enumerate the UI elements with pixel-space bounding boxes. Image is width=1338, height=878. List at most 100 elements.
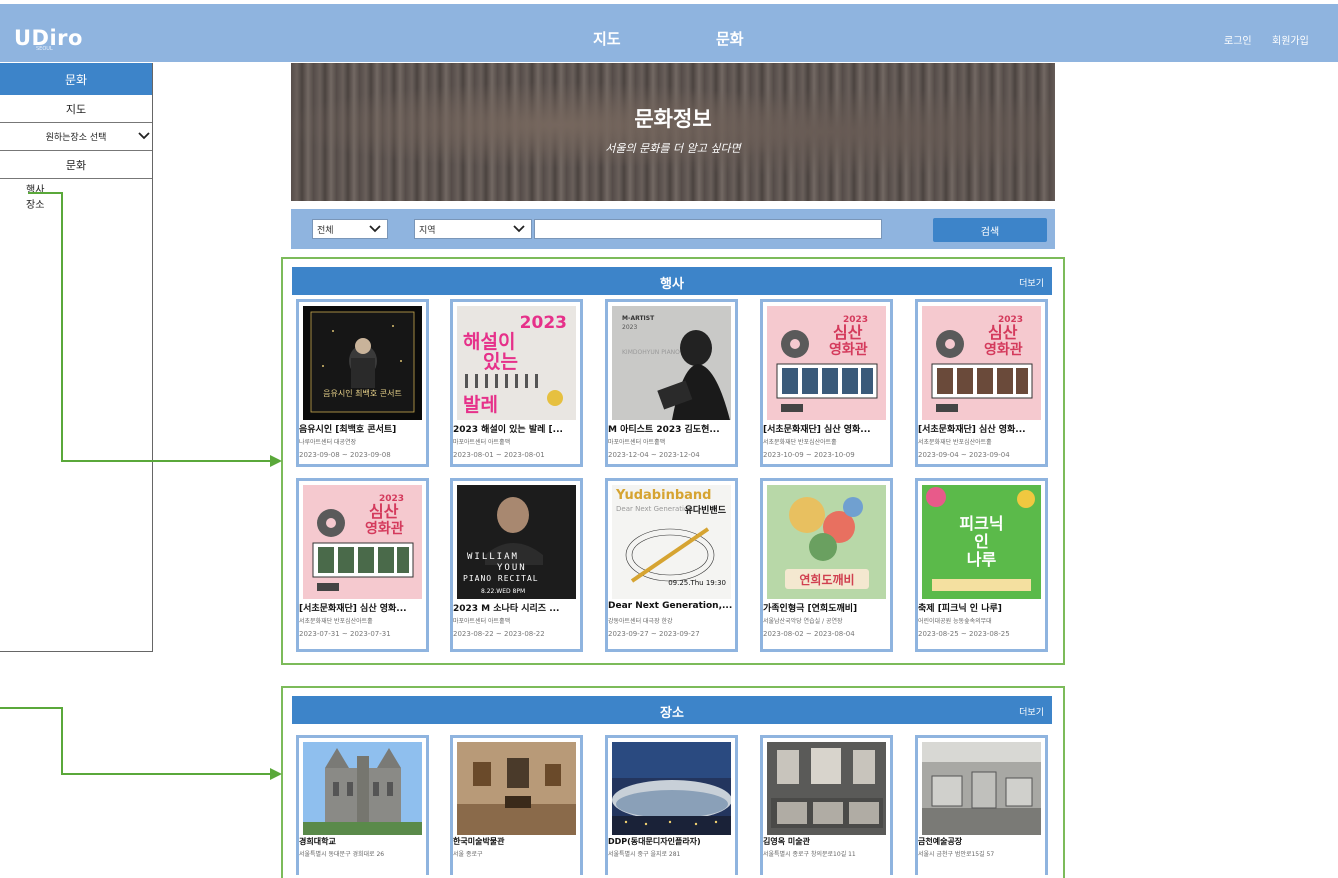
place-photo[interactable]: [612, 742, 731, 835]
events-header: 행사 더보기: [292, 267, 1052, 295]
nav-culture[interactable]: 문화: [716, 28, 744, 49]
poster-text: 심산: [833, 323, 863, 342]
places-title: 장소: [660, 706, 684, 721]
event-poster[interactable]: 2023 해설이 있는 발레: [457, 306, 576, 420]
places-more-link[interactable]: 더보기: [1019, 705, 1044, 718]
event-poster[interactable]: 2023 심산 영화관: [922, 306, 1041, 420]
sidebar-item-culture-active[interactable]: 문화: [0, 63, 152, 95]
places-header: 장소 더보기: [292, 696, 1052, 724]
sidebar-place-select[interactable]: 원하는장소 선택: [0, 123, 152, 151]
poster-image: 음유시인 최백호 콘서트: [310, 311, 415, 413]
place-card[interactable]: 김영옥 미술관 서울특별시 종로구 창의문로10길 11: [760, 735, 893, 875]
search-input[interactable]: [534, 219, 882, 239]
event-venue: 서초문화재단 반포심산아트홀: [299, 618, 373, 625]
event-card[interactable]: M-ARTIST 2023 KIMDOHYUN PIANO RECITAL M …: [605, 299, 738, 467]
place-title: 경희대학교: [299, 837, 336, 846]
event-venue: 마포아트센터 아트홀맥: [453, 439, 511, 446]
event-date: 2023-10-09 ~ 2023-10-09: [763, 451, 855, 459]
poster-text: 심산: [988, 323, 1018, 342]
event-card[interactable]: 연희도깨비 가족인형극 [연희도깨비] 서울남산국악당 연습실 / 공연장 20…: [760, 478, 893, 652]
poster-text: 피크닉: [959, 514, 1003, 533]
region-select-value: 지역: [419, 226, 436, 236]
category-select-value: 전체: [317, 226, 334, 236]
poster-text: 유다빈밴드: [685, 504, 727, 516]
sidebar-item-culture[interactable]: 문화: [0, 151, 152, 179]
event-card[interactable]: WILLIAM YOUN PIANO RECITAL 8.22.WED 8PM …: [450, 478, 583, 652]
poster-text: 연희도깨비: [799, 572, 854, 587]
event-card[interactable]: 2023 심산 영화관 [서초문화재단] 심산 영화... 서초문화재단 반포심…: [296, 478, 429, 652]
event-poster[interactable]: M-ARTIST 2023 KIMDOHYUN PIANO RECITAL: [612, 306, 731, 420]
place-card[interactable]: 경희대학교 서울특별시 동대문구 경희대로 26: [296, 735, 429, 875]
event-venue: 서초문화재단 반포심산아트홀: [763, 439, 837, 446]
poster-text: PIANO RECITAL: [463, 574, 539, 583]
event-poster[interactable]: 연희도깨비: [767, 485, 886, 599]
event-card[interactable]: 음유시인 최백호 콘서트 음유시인 [최백호 콘서트] 나루아트센터 대공연장 …: [296, 299, 429, 467]
region-select[interactable]: 지역: [414, 219, 532, 239]
place-image: [457, 742, 576, 835]
poster-text: 심산: [369, 502, 399, 521]
signup-link[interactable]: 회원가입: [1272, 32, 1309, 47]
poster-image: WILLIAM YOUN PIANO RECITAL 8.22.WED 8PM: [463, 497, 543, 595]
event-card[interactable]: 2023 심산 영화관 [서초문화재단] 심산 영화... 서초문화재단 반포심…: [915, 299, 1048, 467]
poster-image: 2023 심산 영화관: [931, 315, 1033, 412]
place-title: 금천예술공장: [918, 837, 963, 846]
event-venue: 마포아트센터 아트홀맥: [453, 618, 511, 625]
search-button[interactable]: 검색: [933, 218, 1047, 242]
event-venue: 나루아트센터 대공연장: [299, 439, 357, 446]
poster-text: 발레: [463, 394, 498, 416]
event-card[interactable]: 2023 해설이 있는 발레 2023 해설이 있는 발레 [... 마포아트센…: [450, 299, 583, 467]
event-card[interactable]: 2023 심산 영화관 [서초문화재단] 심산 영화... 서초문화재단 반포심…: [760, 299, 893, 467]
place-card[interactable]: 한국미술박물관 서울 종로구: [450, 735, 583, 875]
event-card[interactable]: 피크닉 인 나루 축제 [피크닉 인 나루] 어린이대공원 능동숲속의무대 20…: [915, 478, 1048, 652]
poster-image: 2023 해설이 있는 발레: [463, 313, 567, 416]
place-image: [767, 742, 886, 835]
event-poster[interactable]: Yudabinband Dear Next Generation 유다빈밴드 0…: [612, 485, 731, 599]
poster-text: Yudabinband: [615, 488, 711, 503]
search-bar: 전체 지역 검색: [291, 209, 1055, 249]
place-address: 서울특별시 동대문구 경희대로 26: [299, 851, 385, 858]
place-photo[interactable]: [457, 742, 576, 835]
event-venue: 서초문화재단 반포심산아트홀: [918, 439, 992, 446]
poster-text: 2023: [520, 313, 567, 333]
event-venue: 어린이대공원 능동숲속의무대: [918, 618, 992, 625]
place-card[interactable]: 금천예술공장 서울시 금천구 범안로15길 57: [915, 735, 1048, 875]
poster-image: Yudabinband Dear Next Generation 유다빈밴드 0…: [615, 488, 727, 587]
place-photo[interactable]: [303, 742, 422, 835]
event-card[interactable]: Yudabinband Dear Next Generation 유다빈밴드 0…: [605, 478, 738, 652]
poster-text: 영화관: [365, 520, 404, 537]
sidebar: 문화 지도 원하는장소 선택 문화 행사 장소: [0, 63, 153, 652]
event-poster[interactable]: 피크닉 인 나루: [922, 485, 1041, 599]
poster-text: Dear Next Generation: [616, 505, 693, 513]
poster-image: 연희도깨비: [785, 497, 869, 589]
event-poster[interactable]: 음유시인 최백호 콘서트: [303, 306, 422, 420]
event-poster[interactable]: 2023 심산 영화관: [767, 306, 886, 420]
sidebar-sub-events[interactable]: 행사: [0, 183, 152, 198]
event-date: 2023-08-25 ~ 2023-08-25: [918, 630, 1010, 638]
event-date: 2023-08-01 ~ 2023-08-01: [453, 451, 545, 459]
event-date: 2023-09-27 ~ 2023-09-27: [608, 630, 700, 638]
logo-subtitle: SEOUL: [36, 46, 53, 52]
event-date: 2023-08-22 ~ 2023-08-22: [453, 630, 545, 638]
event-poster[interactable]: WILLIAM YOUN PIANO RECITAL 8.22.WED 8PM: [457, 485, 576, 599]
place-photo[interactable]: [767, 742, 886, 835]
event-title: [서초문화재단] 심산 영화...: [299, 604, 407, 614]
category-select[interactable]: 전체: [312, 219, 388, 239]
poster-text: 8.22.WED 8PM: [481, 588, 525, 595]
event-poster[interactable]: 2023 심산 영화관: [303, 485, 422, 599]
poster-text: YOUN: [497, 563, 527, 573]
events-more-link[interactable]: 더보기: [1019, 276, 1044, 289]
sidebar-place-select-label: 원하는장소 선택: [45, 133, 107, 143]
poster-text: 나루: [967, 550, 997, 569]
event-title: Dear Next Generation,...: [608, 601, 733, 611]
place-card[interactable]: DDP(동대문디자인플라자) 서울특별시 중구 을지로 281: [605, 735, 738, 875]
sidebar-sub-places[interactable]: 장소: [0, 198, 152, 213]
poster-image: 2023 심산 영화관: [776, 315, 878, 412]
poster-image: M-ARTIST 2023 KIMDOHYUN PIANO RECITAL: [622, 315, 730, 420]
place-title: 김영옥 미술관: [763, 837, 810, 846]
sidebar-item-map[interactable]: 지도: [0, 95, 152, 123]
place-photo[interactable]: [922, 742, 1041, 835]
login-link[interactable]: 로그인: [1224, 32, 1252, 47]
places-section: 장소 더보기 경희대학교 서울특별시 동대문구 경희대로 26 한국미술박물관 …: [281, 686, 1065, 878]
events-title: 행사: [660, 277, 684, 292]
nav-map[interactable]: 지도: [593, 28, 621, 49]
